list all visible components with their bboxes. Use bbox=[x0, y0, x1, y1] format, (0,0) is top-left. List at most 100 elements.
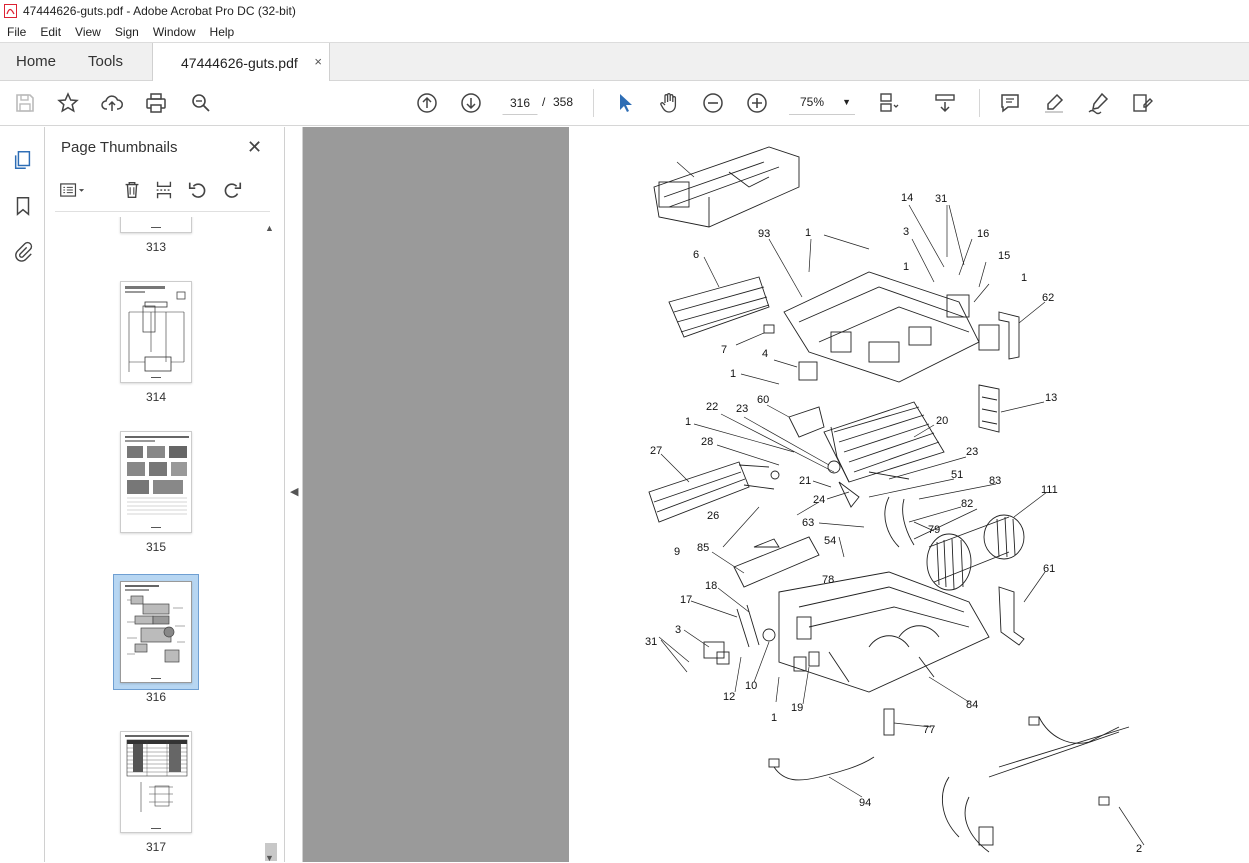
thumbnail-label: 313 bbox=[145, 240, 167, 254]
tab-tools[interactable]: Tools bbox=[88, 53, 123, 70]
thumbnail-options-icon[interactable] bbox=[59, 177, 85, 203]
panel-collapse-strip[interactable]: ◀ bbox=[285, 127, 303, 862]
callout-31: 31 bbox=[935, 193, 947, 205]
bookmarks-icon[interactable] bbox=[10, 193, 36, 219]
comment-icon[interactable] bbox=[997, 90, 1023, 116]
callout-14: 14 bbox=[901, 192, 913, 204]
panel-divider bbox=[55, 211, 270, 212]
fill-sign-icon[interactable] bbox=[1129, 90, 1155, 116]
callout-7: 7 bbox=[721, 344, 727, 356]
thumbnail-label: 316 bbox=[145, 690, 167, 704]
scroll-mode-icon[interactable] bbox=[932, 90, 958, 116]
callout-60: 60 bbox=[757, 394, 769, 406]
callout-85: 85 bbox=[697, 542, 709, 554]
page-thumbnail[interactable] bbox=[120, 281, 192, 383]
close-tab-icon[interactable]: × bbox=[314, 54, 322, 69]
callout-9: 9 bbox=[674, 546, 680, 558]
panel-toolbar bbox=[59, 177, 269, 203]
total-pages: 358 bbox=[553, 95, 574, 109]
save-icon[interactable] bbox=[12, 90, 38, 116]
callout-23: 23 bbox=[736, 403, 748, 415]
callout-94: 94 bbox=[859, 797, 871, 809]
callout-26: 26 bbox=[707, 510, 719, 522]
zoom-level-select[interactable]: 75% ▼ bbox=[789, 91, 855, 115]
acrobat-pdf-icon bbox=[4, 4, 17, 18]
page-thumbnail[interactable] bbox=[120, 431, 192, 533]
rotate-counterclockwise-icon[interactable] bbox=[185, 177, 211, 203]
callout-19: 19 bbox=[791, 702, 803, 714]
callout-54: 54 bbox=[824, 535, 836, 547]
callout-4: 4 bbox=[762, 348, 768, 360]
menu-file[interactable]: File bbox=[0, 25, 33, 39]
callout-2: 2 bbox=[1136, 843, 1142, 855]
callout-27: 27 bbox=[650, 445, 662, 457]
callout-6: 6 bbox=[693, 249, 699, 261]
rotate-clockwise-icon[interactable] bbox=[219, 177, 245, 203]
callout-17: 17 bbox=[680, 594, 692, 606]
document-tab-label: 47444626-guts.pdf bbox=[181, 54, 298, 71]
close-panel-icon[interactable]: ✕ bbox=[247, 137, 262, 158]
document-viewer[interactable]: 14 31 93 1 3 16 6 15 1 62 1 7 4 1 13 60 … bbox=[303, 127, 1249, 862]
attachments-paperclip-icon[interactable] bbox=[10, 239, 36, 265]
page-thumbnail[interactable] bbox=[120, 731, 192, 833]
callout-111: 111 bbox=[1041, 484, 1058, 496]
menu-edit[interactable]: Edit bbox=[33, 25, 68, 39]
zoom-out-icon[interactable] bbox=[700, 90, 726, 116]
hand-tool-icon[interactable] bbox=[656, 90, 682, 116]
callout-83: 83 bbox=[989, 475, 1001, 487]
zoom-in-icon[interactable] bbox=[744, 90, 770, 116]
callout-28: 28 bbox=[701, 436, 713, 448]
bookmark-star-icon[interactable] bbox=[55, 90, 81, 116]
insert-page-icon[interactable] bbox=[151, 177, 177, 203]
thumbnail-label: 315 bbox=[145, 540, 167, 554]
callout-13: 13 bbox=[1045, 392, 1057, 404]
callout-51: 51 bbox=[951, 469, 963, 481]
callout-31b: 31 bbox=[645, 636, 657, 648]
callout-93: 93 bbox=[758, 228, 770, 240]
tab-document[interactable]: 47444626-guts.pdf × bbox=[152, 43, 330, 82]
scroll-up-icon[interactable]: ▲ bbox=[265, 223, 274, 233]
thumbnail-label: 317 bbox=[145, 840, 167, 854]
draw-signature-icon[interactable] bbox=[1085, 90, 1111, 116]
highlight-pen-icon[interactable] bbox=[1041, 90, 1067, 116]
menu-help[interactable]: Help bbox=[203, 25, 242, 39]
callout-78: 78 bbox=[822, 574, 834, 586]
callout-10: 10 bbox=[745, 680, 757, 692]
callout-18: 18 bbox=[705, 580, 717, 592]
tab-home[interactable]: Home bbox=[16, 53, 56, 70]
panel-title: Page Thumbnails bbox=[61, 139, 178, 156]
callout-63: 63 bbox=[802, 517, 814, 529]
callout-20: 20 bbox=[936, 415, 948, 427]
next-page-icon[interactable] bbox=[458, 90, 484, 116]
callout-16: 16 bbox=[977, 228, 989, 240]
menu-bar: File Edit View Sign Window Help bbox=[0, 22, 1249, 42]
print-icon[interactable] bbox=[143, 90, 169, 116]
page-number-input[interactable]: 316 bbox=[502, 91, 538, 115]
thumbnail-scrollbar[interactable]: ▲ ▼ bbox=[263, 217, 277, 863]
left-navigation-rail bbox=[0, 127, 45, 862]
exploded-parts-diagram: 14 31 93 1 3 16 6 15 1 62 1 7 4 1 13 60 … bbox=[645, 146, 1145, 855]
callout-1f: 1 bbox=[771, 712, 777, 724]
menu-window[interactable]: Window bbox=[146, 25, 203, 39]
toolbar-divider bbox=[593, 89, 594, 117]
title-bar: 47444626-guts.pdf - Adobe Acrobat Pro DC… bbox=[0, 0, 1249, 22]
page-thumbnail-selected[interactable] bbox=[120, 581, 192, 683]
delete-page-icon[interactable] bbox=[119, 177, 145, 203]
menu-view[interactable]: View bbox=[68, 25, 108, 39]
zoom-search-icon[interactable] bbox=[188, 90, 214, 116]
upload-cloud-icon[interactable] bbox=[99, 90, 125, 116]
page-thumbnails-icon[interactable] bbox=[10, 147, 36, 173]
chevron-left-icon[interactable]: ◀ bbox=[290, 485, 298, 498]
page-thumbnail[interactable] bbox=[120, 217, 192, 233]
page-display-icon[interactable] bbox=[876, 90, 902, 116]
callout-1e: 1 bbox=[685, 416, 691, 428]
previous-page-icon[interactable] bbox=[414, 90, 440, 116]
page-separator: / bbox=[542, 95, 546, 109]
select-cursor-icon[interactable] bbox=[612, 90, 638, 116]
callout-82: 82 bbox=[961, 498, 973, 510]
callout-labels: 14 31 93 1 3 16 6 15 1 62 1 7 4 1 13 60 … bbox=[645, 192, 1142, 855]
callout-62: 62 bbox=[1042, 292, 1054, 304]
callout-77: 77 bbox=[923, 724, 935, 736]
callout-79: 79 bbox=[928, 524, 940, 536]
menu-sign[interactable]: Sign bbox=[108, 25, 146, 39]
